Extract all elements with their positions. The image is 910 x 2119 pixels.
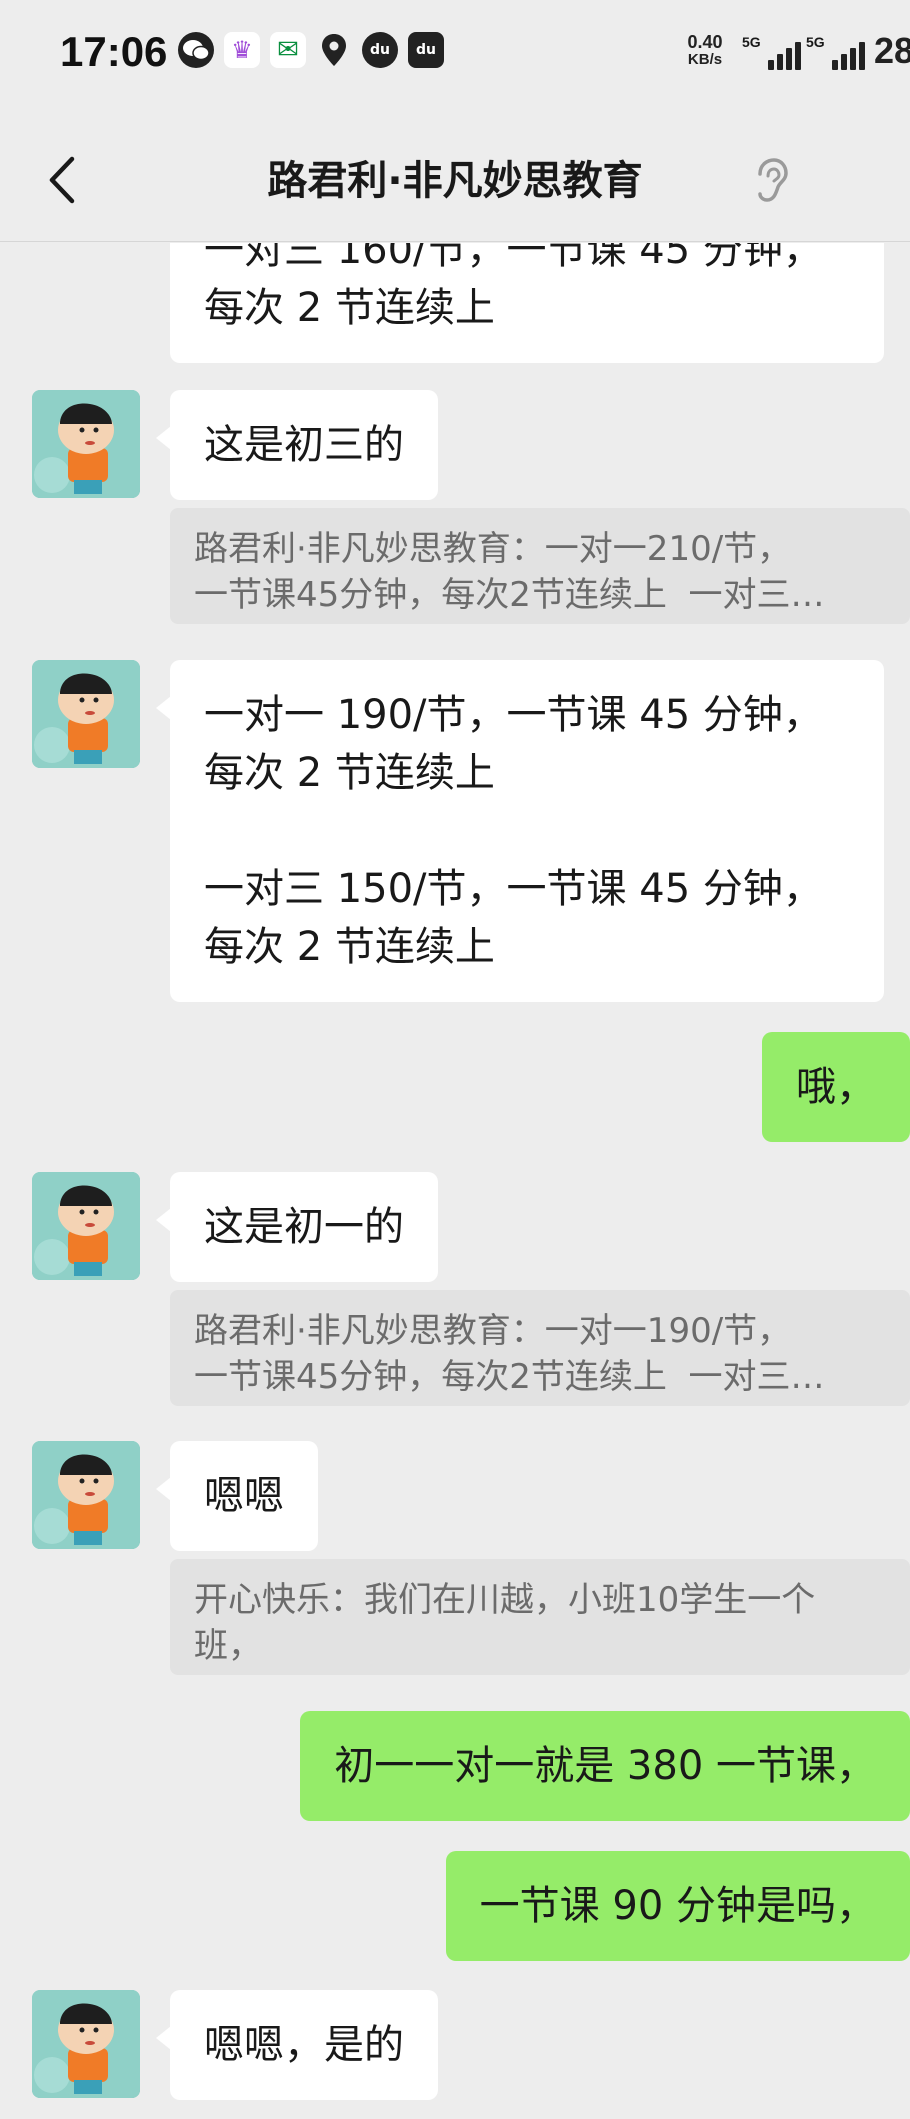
avatar-image <box>32 1172 140 1280</box>
avatar-image <box>32 1441 140 1549</box>
avatar-image <box>32 1990 140 2098</box>
message-bubble-incoming[interactable]: 这是初三的 <box>156 390 438 500</box>
network-speed: 0.40 KB/s <box>687 32 723 68</box>
wechat-icon <box>178 32 214 68</box>
post-icon: ✉ <box>270 32 306 68</box>
quoted-reply[interactable]: 路君利·非凡妙思教育：一对一210/节， 一节课45分钟，每次2节连续上 一对三… <box>170 508 910 624</box>
location-pin-icon <box>316 32 352 68</box>
status-notification-icons: ♛ ✉ du du <box>178 32 444 68</box>
du-search-icon: du <box>408 32 444 68</box>
crown-icon: ♛ <box>224 32 260 68</box>
message-bubble-incoming[interactable]: 一对三 160/节，一节课 45 分钟， 每次 2 节连续上 <box>170 243 884 363</box>
message-bubble-outgoing[interactable]: 一节课 90 分钟是吗， <box>445 1851 910 1961</box>
signal-strength-icon: 5G <box>742 34 801 70</box>
status-time: 17:06 <box>60 28 168 75</box>
message-bubble-incoming[interactable]: 嗯嗯 <box>156 1441 318 1551</box>
message-bubble-incoming[interactable]: 一对一 190/节，一节课 45 分钟， 每次 2 节连续上 一对三 150/节… <box>156 660 884 1002</box>
message-bubble-incoming[interactable]: 嗯嗯，是的 <box>156 1990 438 2100</box>
signal-strength-icon: 5G <box>806 34 865 70</box>
ear-icon <box>758 158 788 202</box>
contact-avatar[interactable] <box>32 1441 140 1549</box>
status-bar: 17:06 ♛ ✉ du du 0.40 KB/s 5G 5G 28 <box>0 0 910 108</box>
quoted-reply[interactable]: 开心快乐：我们在川越，小班10学生一个 班， <box>170 1559 910 1675</box>
message-bubble-incoming[interactable]: 这是初一的 <box>156 1172 438 1282</box>
message-bubble-outgoing[interactable]: 初一一对一就是 380 一节课， <box>300 1711 910 1821</box>
du-icon: du <box>362 32 398 68</box>
contact-avatar[interactable] <box>32 660 140 768</box>
contact-avatar[interactable] <box>32 1990 140 2098</box>
battery-level: 28 <box>874 30 910 71</box>
contact-avatar[interactable] <box>32 390 140 498</box>
message-list[interactable]: 一对三 160/节，一节课 45 分钟， 每次 2 节连续上 这是初三的 路君利… <box>0 243 910 2119</box>
message-bubble-outgoing[interactable]: 哦， <box>762 1032 910 1142</box>
quoted-reply[interactable]: 路君利·非凡妙思教育：一对一190/节， 一节课45分钟，每次2节连续上 一对三… <box>170 1290 910 1406</box>
chat-header: 路君利·非凡妙思教育 <box>0 108 910 242</box>
avatar-image <box>32 660 140 768</box>
avatar-image <box>32 390 140 498</box>
contact-avatar[interactable] <box>32 1172 140 1280</box>
